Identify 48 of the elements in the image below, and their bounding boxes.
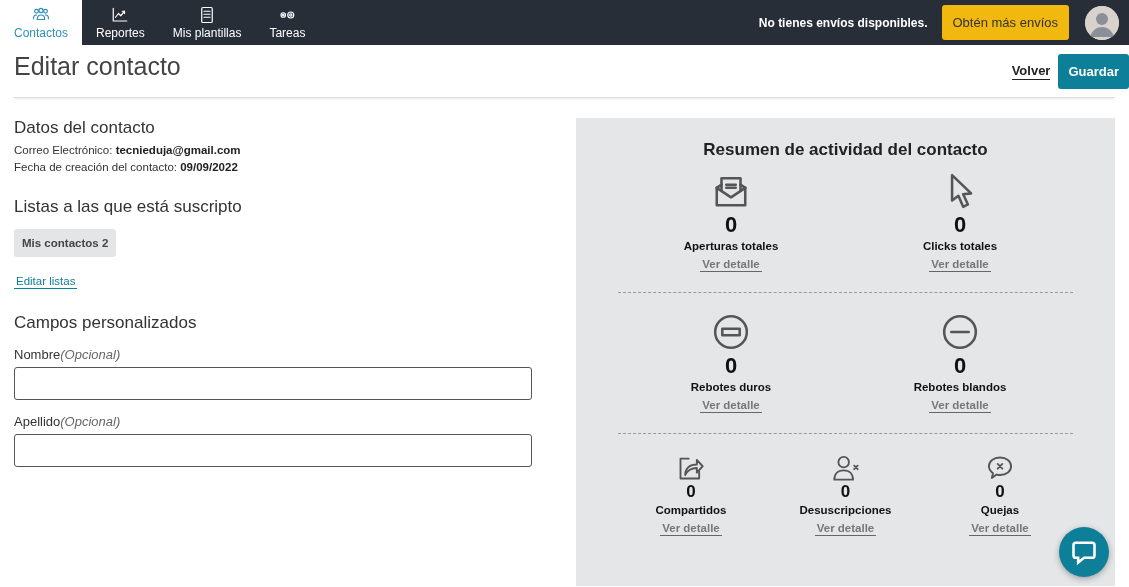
avatar-icon[interactable] <box>1085 5 1119 40</box>
detail-link[interactable]: Ver detalle <box>929 399 991 413</box>
save-button[interactable]: Guardar <box>1058 53 1129 89</box>
detail-text: Fecha de creación del contacto: 09/09/2022 <box>14 161 239 173</box>
detail-link[interactable]: Ver detalle <box>814 522 877 536</box>
detail-link[interactable]: Ver detalle <box>700 258 762 272</box>
stat-value: 0 <box>953 212 967 238</box>
field-label: Apellido(Opcional) <box>14 414 122 429</box>
circle-bar-icon <box>712 313 750 351</box>
get-more-button[interactable]: Obtén más envíos <box>941 5 1069 40</box>
stat-value: 0 <box>686 482 696 502</box>
page-title: Editar contacto <box>14 51 182 81</box>
stat-value: 0 <box>724 212 738 238</box>
stat-label: Quejas <box>980 504 1020 516</box>
circle-minus-icon <box>941 313 979 351</box>
chat-icon[interactable] <box>1070 538 1098 566</box>
input-field[interactable] <box>14 367 532 400</box>
stat-label: Compartidos <box>655 504 727 516</box>
stat-value: 0 <box>840 482 851 502</box>
detail-link[interactable]: Ver detalle <box>969 522 1031 536</box>
stat-value: 0 <box>995 482 1005 502</box>
detail-link[interactable]: Ver detalle <box>660 522 722 536</box>
detail-text: Correo Electrónico: tecnieduja@gmail.com <box>14 144 242 156</box>
stat-label: Rebotes blandos <box>913 381 1007 393</box>
nav-tab[interactable]: Mis plantillas <box>158 0 256 45</box>
edit-lists-link[interactable]: Editar listas <box>14 275 78 289</box>
section-heading: Campos personalizados <box>14 313 198 333</box>
section-heading: Listas a las que está suscripto <box>14 197 243 217</box>
list-tag: Mis contactos 2 <box>14 229 117 257</box>
input-field[interactable] <box>14 434 532 467</box>
nav-tab[interactable]: Reportes <box>82 0 159 45</box>
nav-tab[interactable]: Contactos <box>0 0 83 45</box>
nav-tab[interactable]: Tareas <box>255 0 320 45</box>
notice-text: No tienes envíos disponibles. <box>758 15 928 30</box>
detail-link[interactable]: Ver detalle <box>700 399 762 413</box>
detail-link[interactable]: Ver detalle <box>929 258 991 272</box>
field-label: Nombre(Opcional) <box>14 347 122 362</box>
stat-label: Aperturas totales <box>683 240 779 252</box>
stat-label: Clicks totales <box>922 240 998 252</box>
stat-label: Desuscripciones <box>799 504 892 516</box>
back-link[interactable]: Volver <box>1011 62 1051 80</box>
stat-label: Rebotes duros <box>690 381 772 393</box>
speech-x-icon <box>986 454 1014 482</box>
panel-title: Resumen de actividad del contacto <box>702 140 989 160</box>
section-heading: Datos del contacto <box>14 118 156 138</box>
user-x-icon <box>831 454 860 482</box>
stat-value: 0 <box>953 353 967 379</box>
stat-value: 0 <box>724 353 738 379</box>
